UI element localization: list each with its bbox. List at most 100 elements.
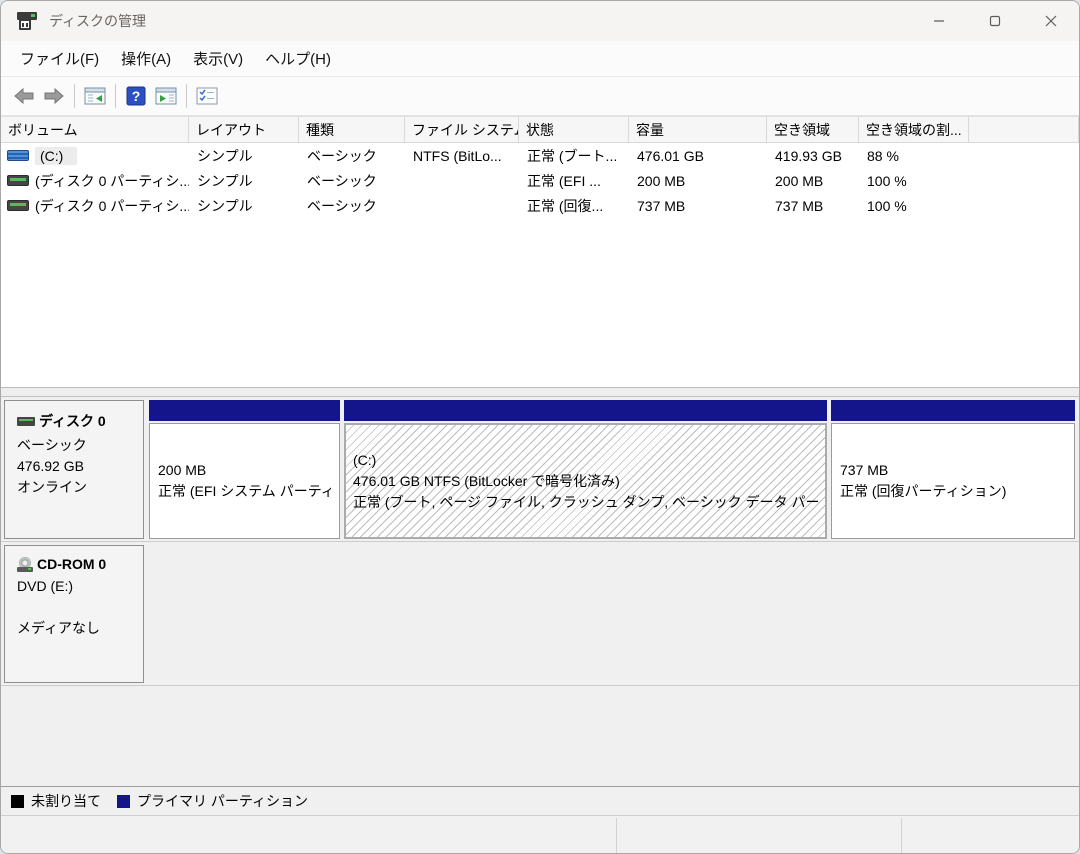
- column-header-layout[interactable]: レイアウト: [189, 117, 299, 142]
- partition-size: 476.01 GB NTFS (BitLocker で暗号化済み): [353, 471, 818, 492]
- legend-unallocated-swatch: [11, 795, 24, 808]
- volume-row-recovery[interactable]: (ディスク 0 パーティシ... シンプル ベーシック 正常 (回復... 73…: [1, 193, 1079, 218]
- disk0-row: ディスク 0 ベーシック 476.92 GB オンライン 200 MB 正常 (…: [1, 397, 1079, 542]
- volume-filesystem: [405, 168, 519, 193]
- partition-efi[interactable]: 200 MB 正常 (EFI システム パーティ: [149, 400, 340, 539]
- volume-drive-icon: [7, 175, 29, 186]
- status-panel: [1, 818, 617, 853]
- back-icon[interactable]: [9, 81, 39, 111]
- volume-capacity: 737 MB: [629, 193, 767, 218]
- close-button[interactable]: [1023, 1, 1079, 41]
- action-pane-icon[interactable]: [151, 81, 181, 111]
- window-title: ディスクの管理: [49, 11, 146, 31]
- volume-filesystem: NTFS (BitLo...: [405, 143, 519, 168]
- volume-free-pct: 100 %: [859, 193, 969, 218]
- volume-drive-icon: [7, 200, 29, 211]
- volume-free: 200 MB: [767, 168, 859, 193]
- partition-size: 200 MB: [158, 460, 331, 481]
- pane-splitter[interactable]: [1, 388, 1079, 397]
- cdrom-name: CD-ROM 0: [37, 556, 106, 572]
- volume-status: 正常 (ブート...: [519, 143, 629, 168]
- volume-name: (ディスク 0 パーティシ...: [35, 171, 189, 191]
- volume-type: ベーシック: [299, 168, 405, 193]
- partition-recovery[interactable]: 737 MB 正常 (回復パーティション): [831, 400, 1075, 539]
- cdrom-icon: [17, 557, 34, 572]
- volume-row-c[interactable]: (C:) シンプル ベーシック NTFS (BitLo... 正常 (ブート..…: [1, 143, 1079, 168]
- volume-type: ベーシック: [299, 143, 405, 168]
- volume-free: 419.93 GB: [767, 143, 859, 168]
- status-panel: [617, 818, 902, 853]
- partition-color-band: [344, 400, 827, 421]
- column-header-volume[interactable]: ボリューム: [1, 117, 189, 142]
- legend-bar: 未割り当て プライマリ パーティション: [1, 786, 1079, 816]
- volume-layout: シンプル: [189, 143, 299, 168]
- cdrom-drive: DVD (E:): [17, 576, 137, 597]
- menubar: ファイル(F) 操作(A) 表示(V) ヘルプ(H): [1, 41, 1079, 77]
- column-header-capacity[interactable]: 容量: [629, 117, 767, 142]
- partition-title: (C:): [353, 450, 818, 471]
- toolbar: ?: [1, 77, 1079, 116]
- menu-help[interactable]: ヘルプ(H): [254, 42, 342, 75]
- disk0-status: オンライン: [17, 477, 137, 498]
- volume-name: (ディスク 0 パーティシ...: [35, 196, 189, 216]
- partition-color-band: [831, 400, 1075, 421]
- legend-primary-label: プライマリ パーティション: [137, 791, 308, 811]
- disk0-name: ディスク 0: [39, 411, 106, 431]
- volume-layout: シンプル: [189, 193, 299, 218]
- legend-primary-swatch: [117, 795, 130, 808]
- volume-list-pane: ボリューム レイアウト 種類 ファイル システム 状態 容量 空き領域 空き領域…: [1, 116, 1079, 388]
- menu-view[interactable]: 表示(V): [182, 42, 254, 75]
- column-header-free-pct[interactable]: 空き領域の割...: [859, 117, 969, 142]
- volume-free-pct: 100 %: [859, 168, 969, 193]
- disk0-size: 476.92 GB: [17, 456, 137, 477]
- disk-icon: [17, 417, 35, 426]
- volume-type: ベーシック: [299, 193, 405, 218]
- volume-status: 正常 (EFI ...: [519, 168, 629, 193]
- disk-management-window: ディスクの管理 ファイル(F) 操作(A) 表示(V) ヘルプ(H): [0, 0, 1080, 854]
- column-header-filesystem[interactable]: ファイル システム: [405, 117, 519, 142]
- disk0-label-box[interactable]: ディスク 0 ベーシック 476.92 GB オンライン: [4, 400, 144, 539]
- partition-status: 正常 (ブート, ページ ファイル, クラッシュ ダンプ, ベーシック データ …: [353, 492, 818, 513]
- cdrom-media-status: メディアなし: [17, 618, 137, 639]
- menu-file[interactable]: ファイル(F): [9, 42, 110, 75]
- volume-name: (C:): [35, 147, 77, 165]
- cdrom-row: CD-ROM 0 DVD (E:) メディアなし: [1, 542, 1079, 686]
- volume-capacity: 476.01 GB: [629, 143, 767, 168]
- volume-drive-icon: [7, 150, 29, 161]
- legend-unallocated-label: 未割り当て: [31, 791, 101, 811]
- partition-size: 737 MB: [840, 460, 1066, 481]
- column-header-free[interactable]: 空き領域: [767, 117, 859, 142]
- toolbar-separator: [74, 84, 75, 108]
- menu-action[interactable]: 操作(A): [110, 42, 182, 75]
- disk0-kind: ベーシック: [17, 435, 137, 456]
- maximize-button[interactable]: [967, 1, 1023, 41]
- volume-status: 正常 (回復...: [519, 193, 629, 218]
- volume-row-efi[interactable]: (ディスク 0 パーティシ... シンプル ベーシック 正常 (EFI ... …: [1, 168, 1079, 193]
- svg-text:?: ?: [132, 88, 141, 104]
- graphical-view-pane: ディスク 0 ベーシック 476.92 GB オンライン 200 MB 正常 (…: [1, 397, 1079, 786]
- volume-layout: シンプル: [189, 168, 299, 193]
- column-header-type[interactable]: 種類: [299, 117, 405, 142]
- partition-status: 正常 (回復パーティション): [840, 481, 1066, 502]
- titlebar: ディスクの管理: [1, 1, 1079, 41]
- console-tree-icon[interactable]: [80, 81, 110, 111]
- toolbar-separator: [186, 84, 187, 108]
- column-header-status[interactable]: 状態: [519, 117, 629, 142]
- column-header-filler: [969, 117, 1079, 142]
- help-icon[interactable]: ?: [121, 81, 151, 111]
- toolbar-separator: [115, 84, 116, 108]
- partition-status: 正常 (EFI システム パーティ: [158, 481, 331, 502]
- status-bar: [1, 816, 1079, 853]
- volume-filesystem: [405, 193, 519, 218]
- partition-color-band: [149, 400, 340, 421]
- status-panel: [902, 818, 1079, 853]
- cdrom-label-box[interactable]: CD-ROM 0 DVD (E:) メディアなし: [4, 545, 144, 683]
- minimize-button[interactable]: [911, 1, 967, 41]
- partition-c[interactable]: (C:) 476.01 GB NTFS (BitLocker で暗号化済み) 正…: [344, 400, 827, 539]
- volume-capacity: 200 MB: [629, 168, 767, 193]
- disk-management-app-icon: [15, 11, 39, 31]
- properties-icon[interactable]: [192, 81, 222, 111]
- volume-list-header: ボリューム レイアウト 種類 ファイル システム 状態 容量 空き領域 空き領域…: [1, 116, 1079, 143]
- forward-icon[interactable]: [39, 81, 69, 111]
- window-controls: [911, 1, 1079, 41]
